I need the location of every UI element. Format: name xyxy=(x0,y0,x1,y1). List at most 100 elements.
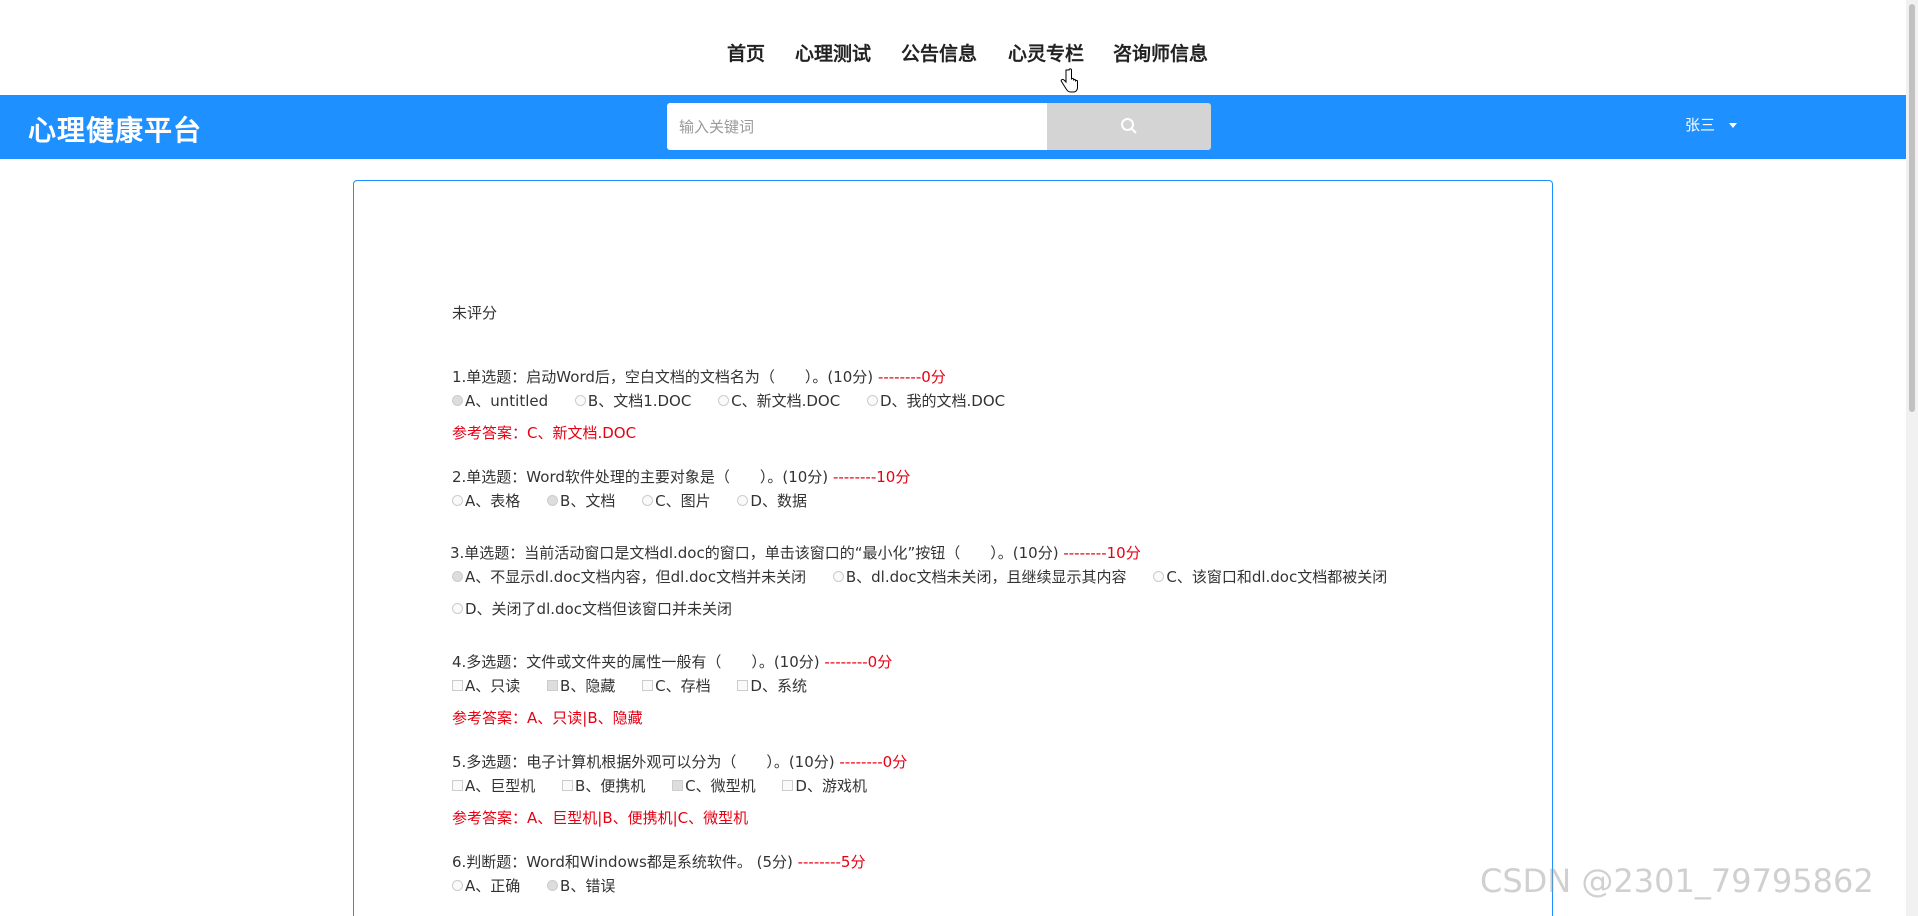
option-radio[interactable]: C、新文档.DOC xyxy=(718,390,840,411)
option-label: B、便携机 xyxy=(575,777,646,795)
user-menu[interactable]: 张三 xyxy=(1685,114,1738,135)
question-text: 3.单选题：当前活动窗口是文档dl.doc的窗口，单击该窗口的“最小化”按钮（ … xyxy=(450,544,1059,562)
question-score: --------0分 xyxy=(834,753,908,771)
option-label: A、巨型机 xyxy=(465,777,536,795)
question-5-options: A、巨型机 B、便携机 C、微型机 D、游戏机 xyxy=(452,775,889,796)
option-label: D、数据 xyxy=(750,492,807,510)
page-scrollbar[interactable] xyxy=(1906,0,1918,916)
radio[interactable] xyxy=(452,880,463,891)
option-checkbox[interactable]: C、微型机 xyxy=(672,775,756,796)
option-label: C、新文档.DOC xyxy=(731,392,841,410)
radio[interactable] xyxy=(574,395,586,406)
site-logo[interactable]: 心理健康平台 xyxy=(28,109,202,149)
question-2-options: A、表格 B、文档 C、图片 D、数据 xyxy=(452,490,829,511)
question-text: 6.判断题：Word和Windows都是系统软件。 (5分) xyxy=(452,853,793,871)
option-label: B、文档1.DOC xyxy=(587,392,692,410)
question-text: 1.单选题：启动Word后，空白文档的文档名为（ ）。(10分) xyxy=(452,368,874,386)
chevron-down-icon xyxy=(1729,123,1738,128)
nav-item-home[interactable]: 首页 xyxy=(727,39,765,66)
radio-selected[interactable] xyxy=(547,880,559,891)
radio-selected[interactable] xyxy=(452,571,463,582)
csdn-watermark: CSDN @2301_79795862 xyxy=(1480,862,1874,900)
option-label: C、该窗口和dl.doc文档都被关闭 xyxy=(1166,568,1388,586)
option-checkbox[interactable]: A、巨型机 xyxy=(452,775,535,796)
nav-item-announcements[interactable]: 公告信息 xyxy=(901,39,977,66)
option-radio[interactable]: C、图片 xyxy=(642,490,711,511)
radio[interactable] xyxy=(866,395,878,406)
question-5-title: 5.多选题：电子计算机根据外观可以分为（ ）。(10分) --------0分 xyxy=(452,751,907,772)
option-radio[interactable]: B、文档 xyxy=(547,490,615,511)
question-3-title: 3.单选题：当前活动窗口是文档dl.doc的窗口，单击该窗口的“最小化”按钮（ … xyxy=(450,542,1141,563)
option-radio[interactable]: B、dl.doc文档未关闭，且继续显示其内容 xyxy=(832,566,1127,587)
question-3-options-line2: D、关闭了dl.doc文档但该窗口并未关闭 xyxy=(452,598,754,619)
radio[interactable] xyxy=(737,495,749,506)
question-1-title: 1.单选题：启动Word后，空白文档的文档名为（ ）。(10分) -------… xyxy=(452,366,946,387)
checkbox[interactable] xyxy=(642,680,654,691)
option-label: A、正确 xyxy=(465,877,521,895)
option-radio[interactable]: A、untitled xyxy=(452,390,548,411)
option-label: C、微型机 xyxy=(685,777,756,795)
scrollbar-thumb[interactable] xyxy=(1909,4,1915,412)
checkbox[interactable] xyxy=(452,680,463,691)
checkbox[interactable] xyxy=(782,780,794,791)
option-label: B、dl.doc文档未关闭，且继续显示其内容 xyxy=(845,568,1127,586)
option-label: C、图片 xyxy=(655,492,711,510)
option-radio[interactable]: D、我的文档.DOC xyxy=(866,390,1006,411)
hand-cursor-icon xyxy=(1060,68,1078,93)
nav-item-counselors[interactable]: 咨询师信息 xyxy=(1113,39,1208,66)
option-checkbox[interactable]: A、只读 xyxy=(452,675,520,696)
option-label: C、存档 xyxy=(655,677,711,695)
user-name: 张三 xyxy=(1685,116,1716,134)
question-score: --------0分 xyxy=(819,653,893,671)
option-radio[interactable]: A、正确 xyxy=(452,875,520,896)
checkbox-checked[interactable] xyxy=(547,680,559,691)
option-checkbox[interactable]: D、系统 xyxy=(737,675,807,696)
radio[interactable] xyxy=(1153,571,1165,582)
question-score: --------10分 xyxy=(1058,544,1141,562)
radio[interactable] xyxy=(452,495,463,506)
option-checkbox[interactable]: B、隐藏 xyxy=(547,675,615,696)
checkbox-checked[interactable] xyxy=(672,780,684,791)
nav-item-psych-test[interactable]: 心理测试 xyxy=(795,39,871,66)
radio[interactable] xyxy=(452,603,463,614)
top-navigation: 首页 心理测试 公告信息 心灵专栏 咨询师信息 xyxy=(0,0,1906,95)
option-radio[interactable]: A、不显示dl.doc文档内容，但dl.doc文档并未关闭 xyxy=(452,566,806,587)
option-label: D、游戏机 xyxy=(795,777,867,795)
option-radio[interactable]: B、文档1.DOC xyxy=(574,390,692,411)
checkbox[interactable] xyxy=(452,780,463,791)
option-label: B、文档 xyxy=(560,492,616,510)
search-input[interactable] xyxy=(667,103,1047,150)
question-6-options: A、正确 B、错误 xyxy=(452,875,637,896)
question-6-title: 6.判断题：Word和Windows都是系统软件。 (5分) --------5… xyxy=(452,851,865,872)
option-checkbox[interactable]: D、游戏机 xyxy=(782,775,867,796)
radio[interactable] xyxy=(832,571,844,582)
question-1-answer: 参考答案：C、新文档.DOC xyxy=(452,424,637,442)
option-radio[interactable]: C、该窗口和dl.doc文档都被关闭 xyxy=(1153,566,1387,587)
option-radio[interactable]: A、表格 xyxy=(452,490,520,511)
option-checkbox[interactable]: C、存档 xyxy=(642,675,711,696)
option-radio[interactable]: D、数据 xyxy=(737,490,807,511)
checkbox[interactable] xyxy=(562,780,574,791)
option-radio[interactable]: B、错误 xyxy=(547,875,615,896)
question-score: --------10分 xyxy=(828,468,911,486)
option-label: D、我的文档.DOC xyxy=(879,392,1006,410)
question-3-options: A、不显示dl.doc文档内容，但dl.doc文档并未关闭 B、dl.doc文档… xyxy=(452,566,1409,587)
option-label: B、隐藏 xyxy=(560,677,616,695)
radio-selected[interactable] xyxy=(452,395,463,406)
question-text: 4.多选题：文件或文件夹的属性一般有（ ）。(10分) xyxy=(452,653,820,671)
radio-selected[interactable] xyxy=(547,495,559,506)
checkbox[interactable] xyxy=(737,680,749,691)
question-score: --------5分 xyxy=(792,853,866,871)
search-button[interactable] xyxy=(1047,103,1211,150)
question-1-options: A、untitled B、文档1.DOC C、新文档.DOC D、我的文档.DO… xyxy=(452,390,1027,411)
option-label: D、系统 xyxy=(750,677,807,695)
option-radio[interactable]: D、关闭了dl.doc文档但该窗口并未关闭 xyxy=(452,598,732,619)
option-checkbox[interactable]: B、便携机 xyxy=(562,775,645,796)
radio[interactable] xyxy=(718,395,730,406)
header-bar: 心理健康平台 张三 xyxy=(0,95,1906,159)
nav-item-mind-column[interactable]: 心灵专栏 xyxy=(1008,39,1084,66)
radio[interactable] xyxy=(642,495,654,506)
question-4-answer: 参考答案：A、只读|B、隐藏 xyxy=(452,709,643,727)
option-label: A、untitled xyxy=(465,392,549,410)
question-text: 5.多选题：电子计算机根据外观可以分为（ ）。(10分) xyxy=(452,753,835,771)
